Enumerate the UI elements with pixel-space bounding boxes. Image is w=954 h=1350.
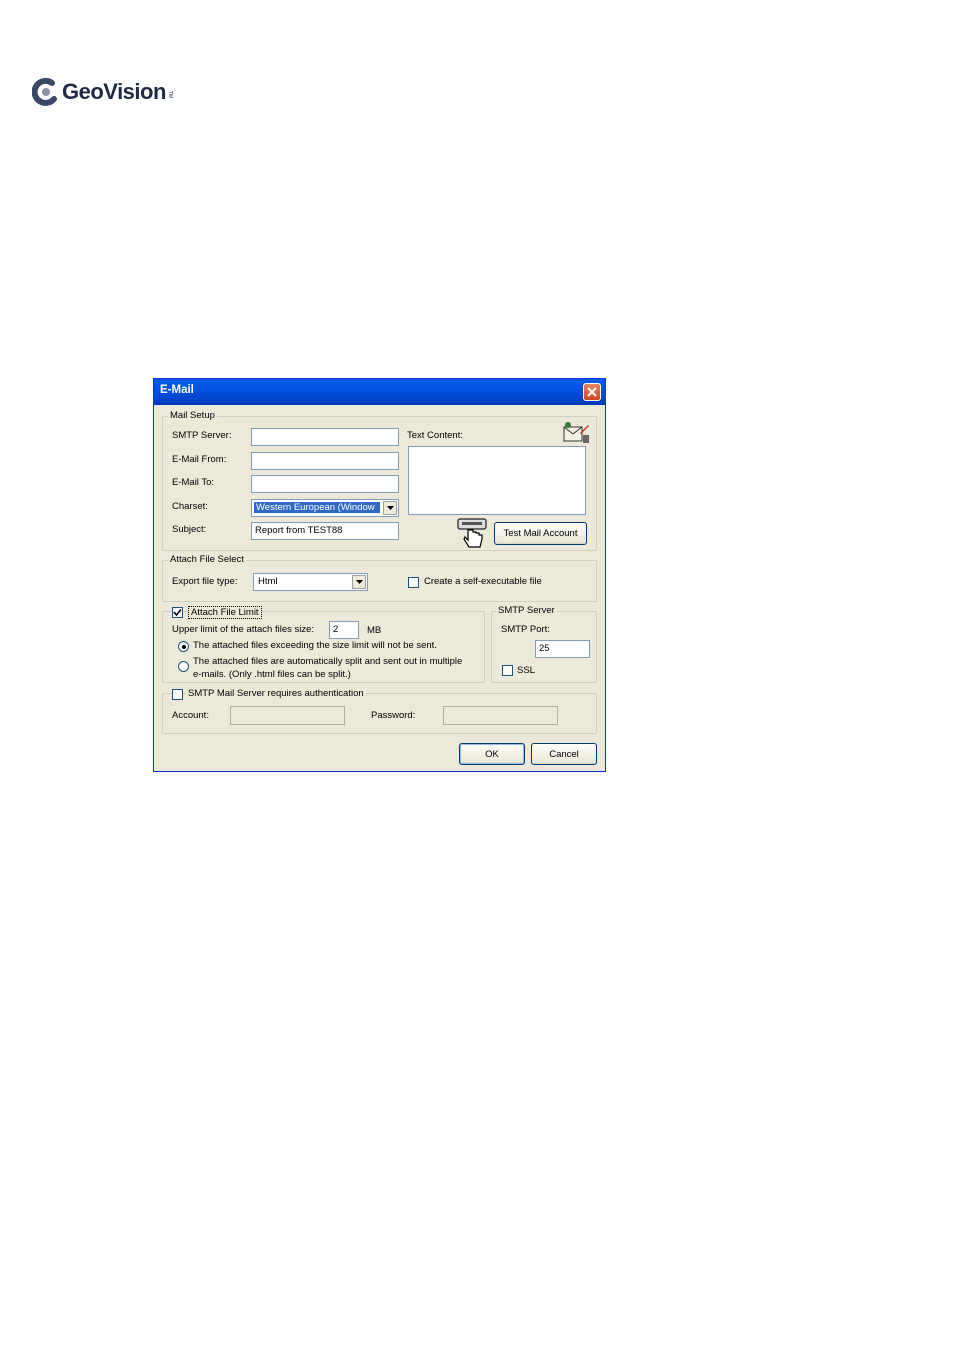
mail-setup-label: Mail Setup (168, 410, 217, 421)
export-type-value: Html (258, 576, 278, 587)
text-content-textarea[interactable] (408, 446, 586, 515)
text-content-label: Text Content: (407, 430, 463, 441)
auth-checkbox[interactable] (172, 689, 183, 700)
export-type-dropdown-button[interactable] (352, 575, 366, 589)
brand-tm: TM (166, 91, 173, 99)
close-icon (587, 387, 597, 397)
email-to-label: E-Mail To: (172, 477, 215, 488)
ok-button[interactable]: OK (459, 743, 525, 765)
charset-select[interactable]: Western European (Window (251, 499, 399, 517)
attach-file-limit-checkbox[interactable] (172, 607, 183, 618)
self-exec-label: Create a self-executable file (424, 576, 542, 587)
option-no-send-label: The attached files exceeding the size li… (193, 640, 437, 651)
cancel-button[interactable]: Cancel (531, 743, 597, 765)
charset-dropdown-button[interactable] (383, 501, 397, 515)
attach-file-limit-label: Attach File Limit (188, 606, 262, 619)
option-split-label-line1: The attached files are automatically spl… (193, 656, 463, 667)
ssl-label: SSL (517, 665, 535, 676)
dialog-title: E-Mail (160, 384, 194, 396)
attach-file-select-label: Attach File Select (168, 554, 246, 565)
close-button[interactable] (583, 383, 601, 401)
checkmark-icon (173, 608, 182, 617)
smtp-server-label: SMTP Server: (172, 430, 232, 441)
smtp-server-group-label: SMTP Server (496, 605, 557, 616)
option-split-radio[interactable] (178, 661, 189, 672)
upper-limit-label: Upper limit of the attach files size: (172, 624, 315, 635)
email-dialog: E-Mail Mail Setup SMTP Server: E-Mail Fr… (153, 378, 606, 772)
test-mail-account-button[interactable]: Test Mail Account (494, 522, 587, 545)
self-exec-checkbox[interactable] (408, 577, 419, 588)
option-no-send-radio[interactable] (178, 641, 189, 652)
radio-selected-dot (181, 644, 186, 649)
title-bar[interactable]: E-Mail (154, 379, 605, 405)
password-input[interactable] (443, 706, 558, 725)
option-split-label-line2: e-mails. (Only .html files can be split.… (193, 669, 351, 680)
auth-label: SMTP Mail Server requires authentication (186, 688, 366, 699)
email-from-label: E-Mail From: (172, 454, 227, 465)
brand-name: GeoVision (62, 79, 166, 104)
ssl-checkbox[interactable] (502, 665, 513, 676)
chevron-down-icon (386, 506, 394, 510)
smtp-port-label: SMTP Port: (501, 624, 550, 635)
geovision-swirl-icon (32, 77, 57, 106)
pointing-hand-icon (457, 518, 487, 548)
password-label: Password: (371, 710, 416, 721)
upper-limit-unit: MB (367, 625, 382, 636)
email-from-input[interactable] (251, 452, 399, 470)
export-type-label: Export file type: (172, 576, 238, 587)
chevron-down-icon (355, 580, 363, 584)
mail-settings-icon[interactable] (560, 421, 590, 445)
geovision-logo: GeoVision TM (32, 74, 173, 110)
charset-value: Western European (Window (254, 502, 380, 513)
export-type-select[interactable]: Html (253, 573, 368, 591)
email-to-input[interactable] (251, 475, 399, 493)
smtp-server-input[interactable] (251, 428, 399, 446)
account-label: Account: (172, 710, 209, 721)
subject-label: Subject: (172, 524, 207, 535)
smtp-port-input[interactable]: 25 (535, 640, 590, 658)
upper-limit-input[interactable]: 2 (329, 621, 359, 639)
account-input[interactable] (230, 706, 345, 725)
subject-input[interactable]: Report from TEST88 (251, 522, 399, 540)
charset-label: Charset: (172, 501, 208, 512)
